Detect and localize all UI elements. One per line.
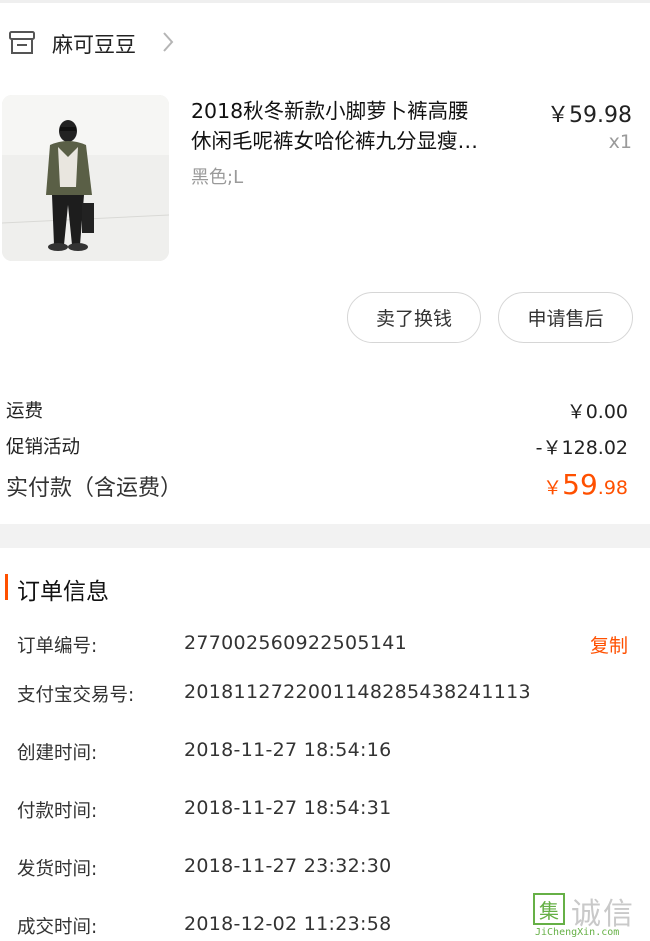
product-title-line1: 2018秋冬新款小脚萝卜裤高腰	[191, 99, 469, 123]
completed-time-value: 2018-12-02 11:23:58	[184, 913, 392, 935]
product-title[interactable]: 2018秋冬新款小脚萝卜裤高腰 休闲毛呢裤女哈伦裤九分显瘦…	[191, 96, 531, 156]
product-thumbnail[interactable]	[2, 95, 169, 261]
after-sale-button[interactable]: 申请售后	[498, 292, 633, 343]
product-spec: 黑色;L	[191, 167, 244, 188]
order-number-value: 277002560922505141	[184, 632, 407, 654]
watermark-url: JiChengXin.com	[535, 927, 620, 938]
product-quantity: x1	[608, 131, 632, 153]
order-info-title: 订单信息	[17, 579, 109, 605]
top-divider	[0, 0, 650, 3]
paid-label: 实付款（含运费）	[6, 476, 183, 501]
alipay-trade-value: 2018112722001148285438241113	[184, 681, 531, 703]
product-price: ￥59.98	[547, 103, 632, 128]
promo-value: -￥128.02	[535, 437, 628, 459]
section-accent-bar	[5, 574, 8, 600]
shipped-time-value: 2018-11-27 23:32:30	[184, 855, 392, 877]
paid-integer: 59	[562, 468, 598, 501]
shipped-time-label: 发货时间:	[17, 859, 98, 880]
store-icon[interactable]	[8, 30, 36, 56]
chevron-right-icon[interactable]	[160, 29, 176, 55]
product-title-line2: 休闲毛呢裤女哈伦裤九分显瘦…	[191, 129, 478, 153]
created-time-label: 创建时间:	[17, 743, 98, 764]
shipping-value: ￥0.00	[566, 401, 628, 423]
sell-button[interactable]: 卖了换钱	[347, 292, 481, 343]
paid-time-value: 2018-11-27 18:54:31	[184, 797, 392, 819]
section-separator	[0, 524, 650, 548]
shop-name[interactable]: 麻可豆豆	[52, 29, 136, 59]
watermark-logo-icon: 集	[533, 893, 565, 925]
shipping-label: 运费	[6, 401, 44, 422]
copy-button[interactable]: 复制	[590, 631, 628, 658]
paid-amount: ￥59.98	[543, 468, 628, 501]
product-photo	[2, 95, 169, 261]
paid-decimal: .98	[597, 477, 628, 499]
order-number-label: 订单编号:	[17, 636, 98, 657]
watermark: 集 诚信 JiChengXin.com	[533, 889, 650, 941]
paid-time-label: 付款时间:	[17, 801, 98, 822]
promo-label: 促销活动	[6, 437, 81, 458]
created-time-value: 2018-11-27 18:54:16	[184, 739, 392, 761]
paid-currency: ￥	[543, 477, 563, 499]
alipay-trade-label: 支付宝交易号:	[17, 685, 135, 706]
completed-time-label: 成交时间:	[17, 917, 98, 938]
